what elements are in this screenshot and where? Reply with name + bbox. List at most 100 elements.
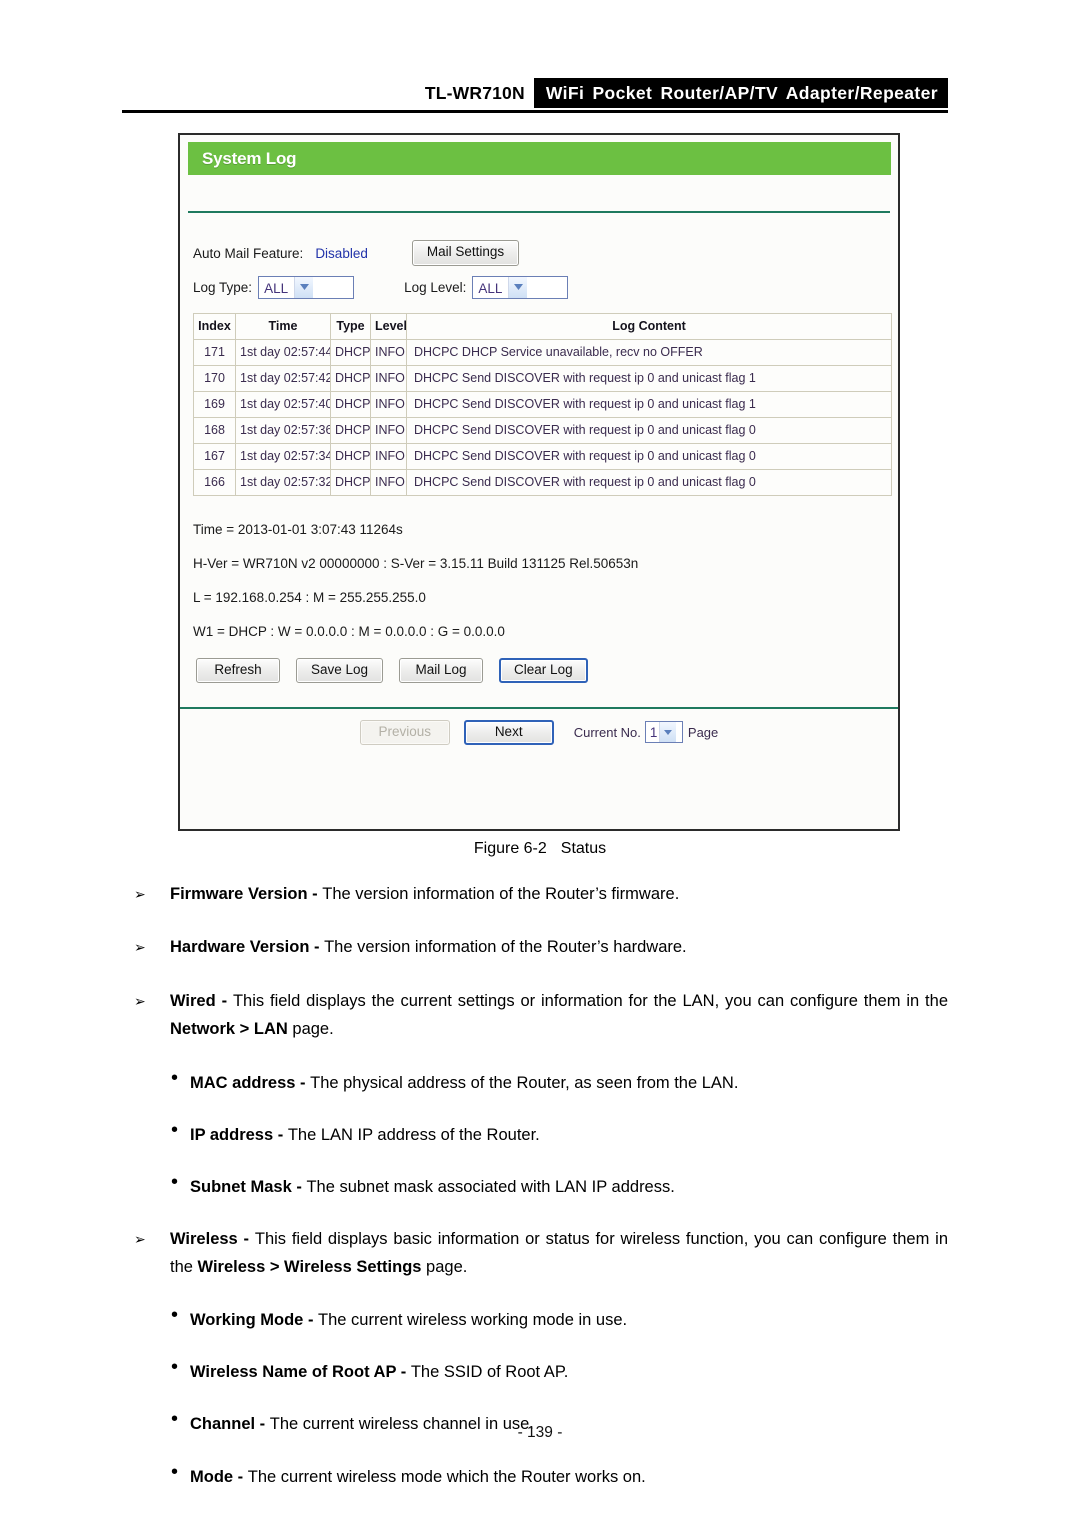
term-wired: Wired -	[170, 991, 233, 1010]
log-level-selected-value: ALL	[478, 280, 503, 296]
term-subnet-mask: Subnet Mask -	[190, 1177, 307, 1196]
refresh-button[interactable]: Refresh	[196, 658, 280, 684]
bullet-mode: • Mode - The current wireless mode which…	[122, 1460, 948, 1491]
cell-type: DHCP	[330, 391, 371, 418]
cell-content: DHCPC Send DISCOVER with request ip 0 an…	[406, 391, 892, 418]
header-rule	[122, 110, 948, 113]
term-mac-address: MAC address -	[190, 1073, 311, 1092]
cell-content: DHCPC Send DISCOVER with request ip 0 an…	[406, 417, 892, 444]
cell-type: DHCP	[330, 443, 371, 470]
term-ip-address: IP address -	[190, 1125, 288, 1144]
desc-firmware-version: The version information of the Router’s …	[322, 885, 680, 903]
save-log-button[interactable]: Save Log	[296, 658, 384, 684]
term-wireless: Wireless -	[170, 1229, 255, 1248]
cell-index: 167	[193, 443, 236, 470]
system-log-table: Index Time Type Level Log Content 171 1s…	[193, 313, 892, 496]
desc-wired: This field displays the current settings…	[232, 991, 948, 1010]
auto-mail-value: Disabled	[315, 245, 368, 261]
previous-page-button[interactable]: Previous	[359, 719, 450, 745]
dot-bullet-icon: •	[171, 1460, 179, 1483]
cell-content: DHCPC Send DISCOVER with request ip 0 an…	[406, 469, 892, 496]
dot-bullet-icon: •	[171, 1170, 179, 1193]
dot-bullet-icon: •	[171, 1304, 179, 1327]
term-working-mode: Working Mode -	[190, 1311, 319, 1330]
column-header-type: Type	[330, 313, 371, 340]
page-label: Page	[687, 724, 719, 740]
page-number: - 139 -	[517, 1424, 563, 1441]
page-number-value: 1	[649, 725, 658, 741]
mail-settings-button[interactable]: Mail Settings	[411, 240, 520, 266]
figure-label: Figure 6-2	[473, 840, 547, 857]
desc-wired-tail: page.	[287, 1020, 334, 1039]
wired-path-reference: Network > LAN	[170, 1020, 288, 1039]
cell-content: DHCPC Send DISCOVER with request ip 0 an…	[406, 365, 892, 392]
desc-wireless-name-root-ap: The SSID of Root AP.	[410, 1363, 569, 1382]
dot-bullet-icon: •	[171, 1356, 179, 1379]
cell-level: INFO	[370, 365, 407, 392]
cell-index: 171	[193, 339, 236, 366]
clear-log-button[interactable]: Clear Log	[499, 658, 588, 684]
bullet-ip-address: • IP address - The LAN IP address of the…	[122, 1118, 948, 1149]
figure-caption: Figure 6-2 Status	[0, 840, 1080, 858]
bullet-working-mode: • Working Mode - The current wireless wo…	[122, 1304, 948, 1334]
current-page-group: Current No. 1 Page	[574, 721, 719, 744]
desc-mode: The current wireless mode which the Rout…	[247, 1467, 646, 1486]
log-level-select[interactable]: ALL	[472, 275, 569, 299]
cell-time: 1st day 02:57:42	[235, 365, 331, 392]
next-page-button[interactable]: Next	[463, 719, 554, 745]
log-filters-row: Log Type: ALL Log Level: ALL	[193, 271, 888, 303]
mail-log-button[interactable]: Mail Log	[399, 658, 484, 684]
pagination-bar: Previous Next Current No. 1 Page	[180, 709, 898, 756]
body-content: ➢ Firmware Version - The version informa…	[122, 880, 948, 1515]
chevron-down-icon	[294, 276, 314, 298]
panel-top-divider	[188, 211, 890, 213]
product-line-banner: WiFi Pocket Router/AP/TV Adapter/Repeate…	[533, 78, 948, 108]
desc-mac-address: The physical address of the Router, as s…	[310, 1073, 739, 1092]
dot-bullet-icon: •	[171, 1118, 179, 1141]
term-mode: Mode -	[190, 1467, 248, 1486]
info-line-versions: H-Ver = WR710N v2 00000000 : S-Ver = 3.1…	[193, 556, 639, 571]
column-header-level: Level	[370, 313, 407, 340]
bullet-hardware-version: ➢ Hardware Version - The version informa…	[122, 933, 948, 961]
table-row: 168 1st day 02:57:36 DHCP INFO DHCPC Sen…	[193, 417, 892, 444]
auto-mail-label: Auto Mail Feature:	[193, 245, 304, 261]
table-row: 166 1st day 02:57:32 DHCP INFO DHCPC Sen…	[193, 469, 892, 496]
chevron-down-icon	[508, 276, 528, 298]
cell-index: 170	[193, 365, 236, 392]
column-header-log-content: Log Content	[406, 313, 892, 340]
desc-ip-address: The LAN IP address of the Router.	[287, 1125, 540, 1144]
column-header-index: Index	[193, 313, 236, 340]
panel-title-bar: System Log	[188, 142, 891, 175]
cell-level: INFO	[370, 469, 407, 496]
arrow-bullet-icon: ➢	[134, 939, 146, 956]
model-name: TL-WR710N	[424, 82, 525, 103]
cell-time: 1st day 02:57:34	[235, 443, 331, 470]
page-number-select[interactable]: 1	[644, 721, 683, 744]
cell-content: DHCPC Send DISCOVER with request ip 0 an…	[406, 443, 892, 470]
cell-level: INFO	[370, 417, 407, 444]
cell-time: 1st day 02:57:32	[235, 469, 331, 496]
log-type-select[interactable]: ALL	[258, 275, 355, 299]
figure-title: Status	[560, 840, 607, 857]
desc-subnet-mask: The subnet mask associated with LAN IP a…	[306, 1177, 675, 1196]
table-row: 170 1st day 02:57:42 DHCP INFO DHCPC Sen…	[193, 365, 892, 392]
cell-time: 1st day 02:57:40	[235, 391, 331, 418]
cell-level: INFO	[370, 391, 407, 418]
log-level-label: Log Level:	[404, 279, 467, 295]
arrow-bullet-icon: ➢	[134, 1230, 146, 1247]
cell-level: INFO	[370, 339, 407, 366]
info-line-time: Time = 2013-01-01 3:07:43 11264s	[193, 522, 403, 537]
wireless-path-reference: Wireless > Wireless Settings	[197, 1258, 422, 1277]
desc-wireless-tail: page.	[421, 1258, 468, 1277]
page-title: System Log	[202, 148, 297, 168]
bullet-wired: ➢ Wired - This field displays the curren…	[122, 987, 948, 1044]
cell-content: DHCPC DHCP Service unavailable, recv no …	[406, 339, 892, 366]
bullet-wireless-name-root-ap: • Wireless Name of Root AP - The SSID of…	[122, 1356, 948, 1386]
cell-index: 168	[193, 417, 236, 444]
dot-bullet-icon: •	[171, 1066, 179, 1089]
info-line-wan: W1 = DHCP : W = 0.0.0.0 : M = 0.0.0.0 : …	[193, 624, 505, 639]
log-type-selected-value: ALL	[264, 280, 289, 296]
panel-body: Auto Mail Feature: Disabled Mail Setting…	[180, 237, 898, 684]
term-firmware-version: Firmware Version -	[170, 885, 323, 903]
table-row: 171 1st day 02:57:44 DHCP INFO DHCPC DHC…	[193, 339, 892, 366]
